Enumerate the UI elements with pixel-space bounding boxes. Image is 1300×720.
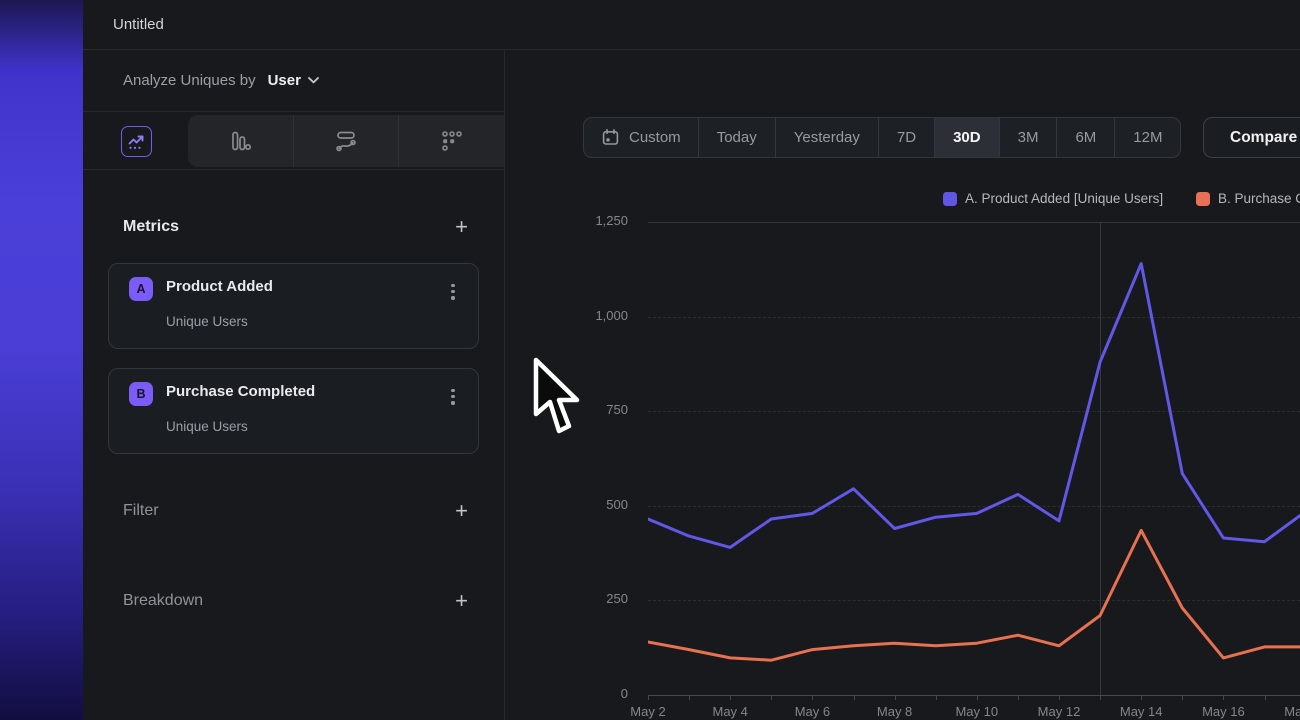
tab-flows[interactable]: [293, 115, 399, 167]
breakdown-section-header: Breakdown +: [123, 587, 468, 615]
add-filter-button[interactable]: +: [455, 501, 468, 521]
x-axis-tick: [812, 695, 813, 700]
analyze-by-label: Analyze Uniques by: [123, 72, 256, 89]
metric-card-product-added[interactable]: A Product Added Unique Users: [108, 263, 479, 349]
range-6m[interactable]: 6M: [1056, 118, 1114, 157]
x-axis-label: May 14: [1106, 704, 1176, 719]
y-axis-label: 1,000: [545, 308, 628, 323]
y-axis-label: 1,250: [545, 213, 628, 228]
filter-label: Filter: [123, 502, 159, 520]
x-axis-tick: [1141, 695, 1142, 700]
x-axis-label: May 6: [777, 704, 847, 719]
range-7d[interactable]: 7D: [878, 118, 934, 157]
flows-icon: [335, 130, 357, 152]
metrics-label: Metrics: [123, 218, 179, 236]
x-axis-label: May 18: [1271, 704, 1300, 719]
analyze-by-dropdown[interactable]: User: [268, 72, 319, 89]
x-axis-label: May 4: [695, 704, 765, 719]
chart-lines: [648, 222, 1300, 695]
tab-funnels[interactable]: [188, 115, 293, 167]
range-yesterday[interactable]: Yesterday: [775, 118, 878, 157]
chevron-down-icon: [308, 77, 319, 84]
x-axis-tick: [771, 695, 772, 700]
legend-item-b[interactable]: B. Purchase Completed [Unique Users]: [1196, 191, 1300, 206]
calendar-icon: [601, 128, 620, 147]
x-axis-tick: [730, 695, 731, 700]
series-line: [648, 264, 1300, 548]
metric-card-purchase-completed[interactable]: B Purchase Completed Unique Users: [108, 368, 479, 454]
y-axis-label: 250: [545, 591, 628, 606]
retention-grid-icon: [441, 130, 463, 152]
x-axis-label: May 12: [1024, 704, 1094, 719]
metric-title: Product Added: [166, 278, 273, 295]
series-line: [648, 530, 1300, 660]
x-axis-label: May 8: [860, 704, 930, 719]
range-12m[interactable]: 12M: [1114, 118, 1180, 157]
y-axis-label: 750: [545, 402, 628, 417]
gridline: [648, 695, 1300, 696]
analyze-by-value: User: [268, 72, 301, 89]
y-axis-label: 0: [545, 686, 628, 701]
x-axis-tick: [1223, 695, 1224, 700]
metrics-section-header: Metrics +: [123, 213, 468, 241]
analyze-row: Analyze Uniques by User: [83, 50, 504, 112]
x-axis-tick: [1265, 695, 1266, 700]
x-axis-tick: [854, 695, 855, 700]
tab-insights[interactable]: [121, 126, 152, 157]
add-breakdown-button[interactable]: +: [455, 591, 468, 611]
x-axis-tick: [648, 695, 649, 700]
chart-panel: Custom Today Yesterday 7D 30D 3M 6M 12M …: [505, 50, 1300, 720]
report-type-tabs: [83, 112, 504, 170]
date-range-control: Custom Today Yesterday 7D 30D 3M 6M 12M: [583, 117, 1181, 158]
range-3m[interactable]: 3M: [999, 118, 1057, 157]
x-axis-tick: [689, 695, 690, 700]
insights-line-chart-icon: [127, 132, 146, 151]
add-metric-button[interactable]: +: [455, 217, 468, 237]
x-axis-label: May 16: [1188, 704, 1258, 719]
desktop-wallpaper: [0, 0, 83, 720]
compare-button[interactable]: Compare: [1203, 117, 1300, 158]
x-axis-tick: [977, 695, 978, 700]
x-axis-tick: [1018, 695, 1019, 700]
x-axis-label: May 10: [942, 704, 1012, 719]
metric-badge-b: B: [129, 382, 153, 406]
metric-badge-a: A: [129, 277, 153, 301]
metric-title: Purchase Completed: [166, 383, 315, 400]
tab-retention[interactable]: [398, 115, 504, 167]
x-axis-tick: [936, 695, 937, 700]
line-chart-plot: May 2May 4May 6May 8May 10May 12May 14Ma…: [648, 222, 1300, 695]
y-axis-label: 500: [545, 497, 628, 512]
query-builder-panel: Analyze Uniques by User: [83, 50, 505, 720]
tab-strip: [188, 115, 504, 167]
legend-item-a[interactable]: A. Product Added [Unique Users]: [943, 191, 1163, 206]
analytics-app-window: Untitled Analyze Uniques by User: [83, 0, 1300, 720]
funnel-bars-icon: [229, 130, 251, 152]
x-axis-tick: [1182, 695, 1183, 700]
x-axis-tick: [1100, 695, 1101, 700]
range-custom[interactable]: Custom: [584, 118, 698, 157]
metric-subtitle[interactable]: Unique Users: [166, 314, 248, 329]
screenshot-root: { "window": { "title": "Untitled" }, "si…: [0, 0, 1300, 720]
breakdown-label: Breakdown: [123, 592, 203, 610]
range-30d[interactable]: 30D: [934, 118, 999, 157]
legend-swatch-orange: [1196, 192, 1210, 206]
kebab-menu-icon[interactable]: [448, 284, 458, 304]
kebab-menu-icon[interactable]: [448, 389, 458, 409]
x-axis-tick: [1059, 695, 1060, 700]
report-title[interactable]: Untitled: [113, 16, 164, 33]
x-axis-label: May 2: [613, 704, 683, 719]
range-today[interactable]: Today: [698, 118, 775, 157]
filter-section-header: Filter +: [123, 497, 468, 525]
x-axis-tick: [895, 695, 896, 700]
metric-subtitle[interactable]: Unique Users: [166, 419, 248, 434]
top-bar: Untitled: [83, 0, 1300, 50]
legend-swatch-purple: [943, 192, 957, 206]
